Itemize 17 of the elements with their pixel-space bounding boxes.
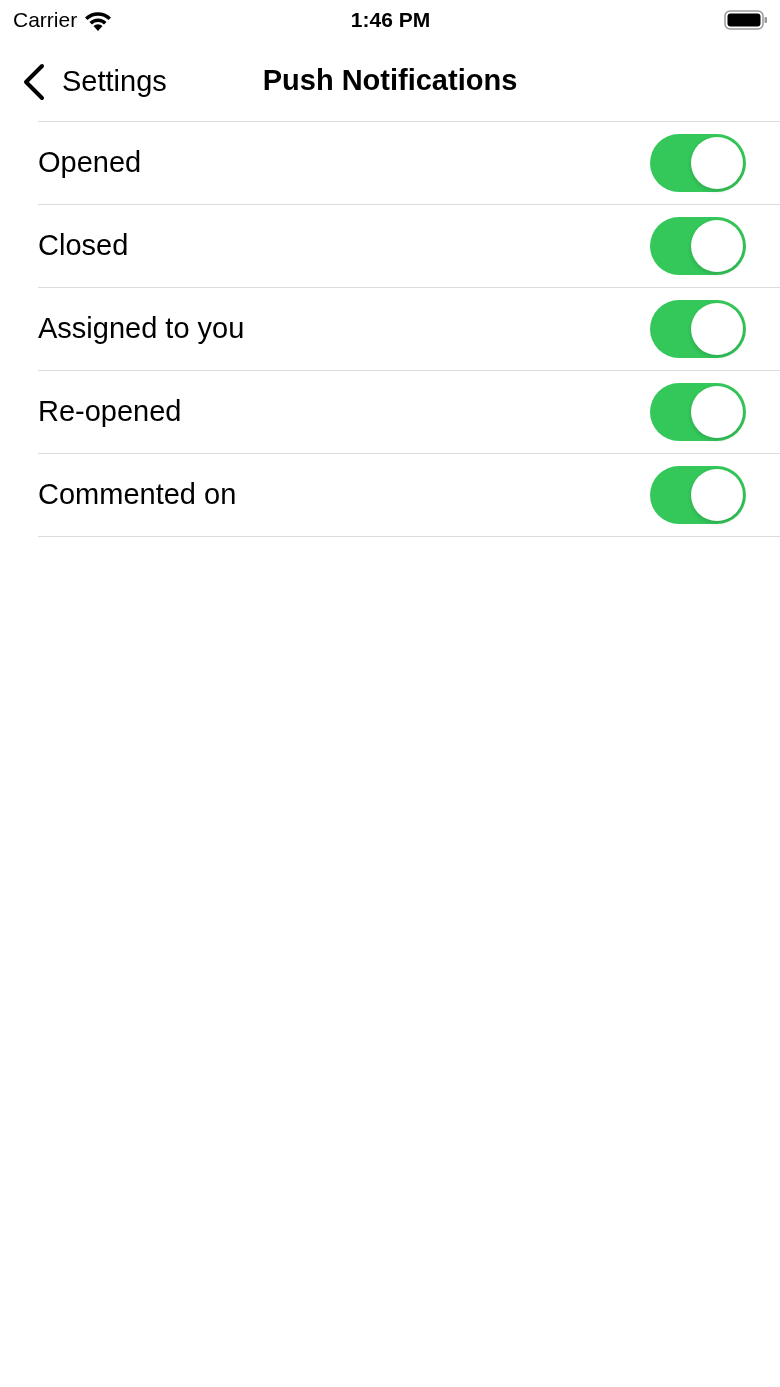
toggle-switch[interactable]	[650, 466, 746, 524]
setting-label: Closed	[38, 228, 129, 264]
setting-label: Opened	[38, 145, 142, 181]
status-time: 1:46 PM	[350, 7, 431, 34]
setting-label: Commented on	[38, 477, 237, 513]
chevron-left-icon	[22, 62, 46, 101]
toggle-switch[interactable]	[650, 134, 746, 192]
setting-label: Assigned to you	[38, 311, 245, 347]
battery-icon	[724, 10, 768, 30]
toggle-switch[interactable]	[650, 300, 746, 358]
toggle-switch[interactable]	[650, 383, 746, 441]
setting-label: Re-opened	[38, 394, 182, 430]
back-button[interactable]: Settings	[22, 60, 167, 104]
toggle-switch[interactable]	[650, 217, 746, 275]
wifi-icon	[83, 9, 114, 31]
carrier-label: Carrier	[13, 7, 78, 34]
screen-title: Push Notifications	[262, 62, 518, 98]
